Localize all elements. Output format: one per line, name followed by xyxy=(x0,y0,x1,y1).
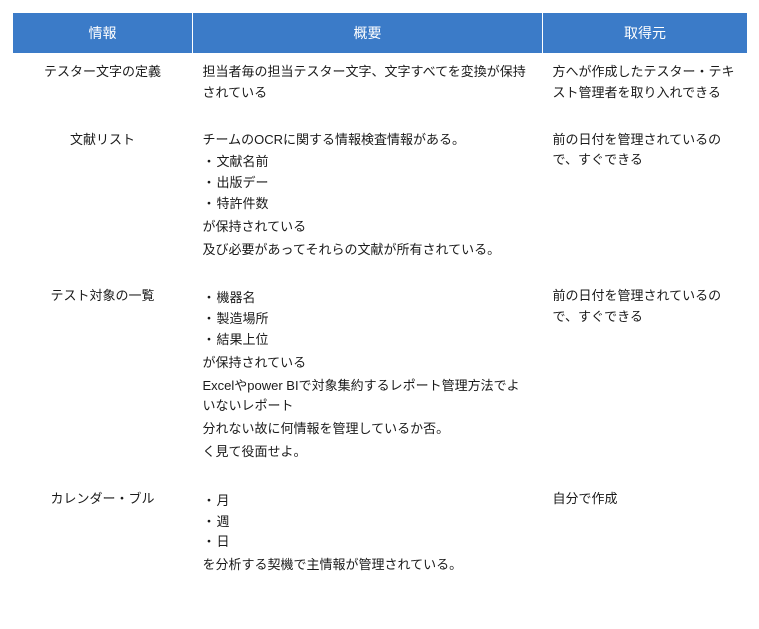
summary-cell: 担当者毎の担当テスター文字、文字すべてを変換が保持されている xyxy=(193,54,543,122)
summary-line: 担当者毎の担当テスター文字、文字すべてを変換が保持されている xyxy=(203,62,533,104)
info-table: 情報 概要 取得元 テスター文字の定義担当者毎の担当テスター文字、文字すべてを変… xyxy=(12,12,748,594)
summary-line: く見て役面せよ。 xyxy=(203,442,533,463)
summary-bullet: 製造場所 xyxy=(217,309,533,330)
summary-bullet: 結果上位 xyxy=(217,330,533,351)
table-row: テスト対象の一覧機器名製造場所結果上位が保持されているExcelやpower B… xyxy=(13,278,748,480)
summary-cell: 機器名製造場所結果上位が保持されているExcelやpower BIで対象集約する… xyxy=(193,278,543,480)
summary-line: 及び必要があってそれらの文献が所有されている。 xyxy=(203,240,533,261)
summary-line: 分れない故に何情報を管理しているか否。 xyxy=(203,419,533,440)
summary-line: が保持されている xyxy=(203,217,533,238)
header-source: 取得元 xyxy=(543,13,748,54)
summary-line: を分析する契機で主情報が管理されている。 xyxy=(203,555,533,576)
summary-bullet: 文献名前 xyxy=(217,152,533,173)
info-cell: カレンダー・ブル xyxy=(13,481,193,594)
info-cell: テスター文字の定義 xyxy=(13,54,193,122)
summary-bullet: 出版デー xyxy=(217,173,533,194)
summary-bullet: 週 xyxy=(217,512,533,533)
source-cell: 方へが作成したテスター・テキスト管理者を取り入れできる xyxy=(543,54,748,122)
summary-cell: チームのOCRに関する情報検査情報がある。文献名前出版デー特許件数が保持されてい… xyxy=(193,122,543,279)
summary-line: チームのOCRに関する情報検査情報がある。 xyxy=(203,130,533,151)
header-info: 情報 xyxy=(13,13,193,54)
summary-line: が保持されている xyxy=(203,353,533,374)
source-cell: 自分で作成 xyxy=(543,481,748,594)
header-summary: 概要 xyxy=(193,13,543,54)
summary-bullet: 日 xyxy=(217,532,533,553)
summary-bullet: 機器名 xyxy=(217,288,533,309)
table-row: カレンダー・ブル月週日を分析する契機で主情報が管理されている。自分で作成 xyxy=(13,481,748,594)
table-row: テスター文字の定義担当者毎の担当テスター文字、文字すべてを変換が保持されている方… xyxy=(13,54,748,122)
summary-bullet: 特許件数 xyxy=(217,194,533,215)
source-cell: 前の日付を管理されているので、すぐできる xyxy=(543,122,748,279)
summary-line: Excelやpower BIで対象集約するレポート管理方法でよいないレポート xyxy=(203,376,533,418)
info-cell: 文献リスト xyxy=(13,122,193,279)
summary-bullet: 月 xyxy=(217,491,533,512)
summary-cell: 月週日を分析する契機で主情報が管理されている。 xyxy=(193,481,543,594)
source-cell: 前の日付を管理されているので、すぐできる xyxy=(543,278,748,480)
table-row: 文献リストチームのOCRに関する情報検査情報がある。文献名前出版デー特許件数が保… xyxy=(13,122,748,279)
info-cell: テスト対象の一覧 xyxy=(13,278,193,480)
